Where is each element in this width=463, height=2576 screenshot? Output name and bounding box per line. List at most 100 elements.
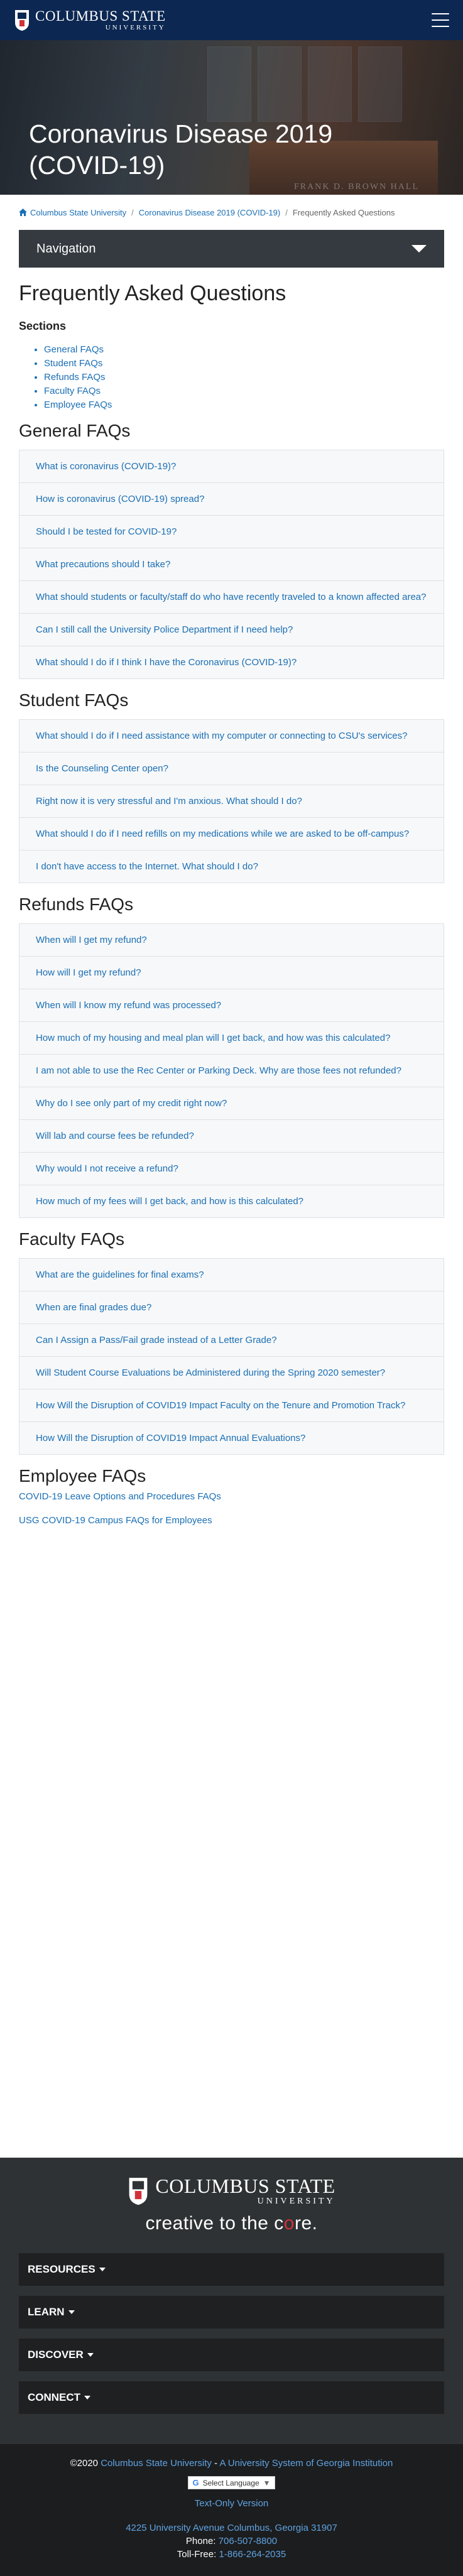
breadcrumb: Columbus State University / Coronavirus … <box>0 195 463 230</box>
breadcrumb-separator: / <box>131 207 134 217</box>
text-only-link[interactable]: Text-Only Version <box>0 2498 463 2509</box>
faq-item[interactable]: How Will the Disruption of COVID19 Impac… <box>19 1421 444 1454</box>
faq-item[interactable]: What should students or faculty/staff do… <box>19 580 444 613</box>
section-link-refunds[interactable]: Refunds FAQs <box>44 372 106 383</box>
sections-list: General FAQs Student FAQs Refunds FAQs F… <box>44 343 444 412</box>
usg-link[interactable]: A University System of Georgia Instituti… <box>219 2458 393 2469</box>
faq-item[interactable]: When are final grades due? <box>19 1291 444 1323</box>
navigation-toggle[interactable]: Navigation <box>19 230 444 268</box>
logo-wordmark: COLUMBUS STATE UNIVERSITY <box>35 9 166 31</box>
footer-menu-resources[interactable]: RESOURCES <box>19 2253 444 2286</box>
copyright: ©2020 Columbus State University - A Univ… <box>70 2458 393 2469</box>
footer-menu-learn[interactable]: LEARN <box>19 2296 444 2329</box>
faq-item[interactable]: When will I get my refund? <box>19 924 444 956</box>
university-logo[interactable]: COLUMBUS STATE UNIVERSITY <box>14 9 166 31</box>
faq-item[interactable]: What should I do if I think I have the C… <box>19 646 444 678</box>
general-faq-list: What is coronavirus (COVID-19)? How is c… <box>19 450 444 679</box>
footer-wordmark: COLUMBUS STATE UNIVERSITY <box>155 2176 335 2206</box>
section-link: General FAQs <box>44 343 444 357</box>
menu-hamburger-icon[interactable] <box>432 13 449 27</box>
caret-down-icon <box>87 2353 94 2357</box>
employee-link-leave[interactable]: COVID-19 Leave Options and Procedures FA… <box>19 1490 444 1504</box>
faq-item[interactable]: Why do I see only part of my credit righ… <box>19 1087 444 1119</box>
caret-down-icon <box>411 245 427 253</box>
general-faqs-heading: General FAQs <box>19 421 131 440</box>
sections-heading: Sections <box>19 320 67 332</box>
navigation-label: Navigation <box>36 241 96 256</box>
hero-banner: FRANK D. BROWN HALL Coronavirus Disease … <box>0 40 463 195</box>
faculty-faq-list: What are the guidelines for final exams?… <box>19 1258 444 1455</box>
faq-item[interactable]: How much of my housing and meal plan wil… <box>19 1021 444 1054</box>
caret-down-icon <box>68 2310 75 2314</box>
faq-item[interactable]: How is coronavirus (COVID-19) spread? <box>19 482 444 515</box>
faq-item[interactable]: How Will the Disruption of COVID19 Impac… <box>19 1389 444 1421</box>
shield-logo-icon <box>129 2178 148 2205</box>
faq-item[interactable]: What should I do if I need refills on my… <box>19 817 444 850</box>
home-icon <box>19 209 27 216</box>
phone: Phone: 706-507-8800 <box>185 2536 278 2546</box>
breadcrumb-covid[interactable]: Coronavirus Disease 2019 (COVID-19) <box>139 208 280 217</box>
faculty-faqs-heading: Faculty FAQs <box>19 1229 125 1249</box>
hero-title: Coronavirus Disease 2019 (COVID-19) <box>29 119 333 180</box>
footer-menu-connect[interactable]: CONNECT <box>19 2381 444 2414</box>
caret-down-icon <box>99 2268 106 2271</box>
footer-menus: RESOURCES LEARN DISCOVER CONNECT <box>19 2253 444 2414</box>
section-link-faculty[interactable]: Faculty FAQs <box>44 386 101 396</box>
logo-sub: UNIVERSITY <box>105 24 166 31</box>
faq-item[interactable]: What is coronavirus (COVID-19)? <box>19 450 444 482</box>
faq-item[interactable]: Right now it is very stressful and I'm a… <box>19 785 444 817</box>
faq-item[interactable]: Can I Assign a Pass/Fail grade instead o… <box>19 1323 444 1356</box>
address-link[interactable]: 4225 University Avenue Columbus, Georgia… <box>126 2523 337 2533</box>
dropdown-arrow-icon: ▼ <box>263 2478 271 2487</box>
footer-bottom: ©2020 Columbus State University - A Univ… <box>0 2444 463 2576</box>
faq-item[interactable]: What should I do if I need assistance wi… <box>19 720 444 752</box>
employee-faqs-heading: Employee FAQs <box>19 1466 146 1486</box>
section-link: Faculty FAQs <box>44 384 444 398</box>
refunds-faqs-heading: Refunds FAQs <box>19 894 134 914</box>
footer-tagline: creative to the core. <box>145 2213 318 2234</box>
breadcrumb-separator: / <box>285 207 288 217</box>
footer-logo-sub: UNIVERSITY <box>257 2197 335 2206</box>
page-title: Frequently Asked Questions <box>19 281 286 305</box>
section-link: Refunds FAQs <box>44 371 444 384</box>
logo-name: COLUMBUS STATE <box>35 8 166 24</box>
breadcrumb-current: Frequently Asked Questions <box>292 207 395 217</box>
refunds-faq-list: When will I get my refund? How will I ge… <box>19 923 444 1218</box>
site-header: COLUMBUS STATE UNIVERSITY <box>0 0 463 40</box>
student-faq-list: What should I do if I need assistance wi… <box>19 719 444 883</box>
faq-item[interactable]: How will I get my refund? <box>19 956 444 989</box>
caret-down-icon <box>84 2396 91 2399</box>
faq-item[interactable]: Is the Counseling Center open? <box>19 752 444 785</box>
shield-logo-icon <box>15 10 29 31</box>
google-icon: G <box>192 2478 199 2487</box>
faq-item[interactable]: Why would I not receive a refund? <box>19 1152 444 1185</box>
faq-item[interactable]: I don't have access to the Internet. Wha… <box>19 850 444 883</box>
student-faqs-heading: Student FAQs <box>19 690 129 710</box>
faq-item[interactable]: Will Student Course Evaluations be Admin… <box>19 1356 444 1389</box>
section-link: Employee FAQs <box>44 398 444 412</box>
main-content: Frequently Asked Questions Sections Gene… <box>0 281 463 1528</box>
section-link-student[interactable]: Student FAQs <box>44 358 102 369</box>
faq-item[interactable]: Will lab and course fees be refunded? <box>19 1119 444 1152</box>
footer-logo[interactable]: COLUMBUS STATE UNIVERSITY <box>0 2175 463 2207</box>
faq-item[interactable]: Can I still call the University Police D… <box>19 613 444 646</box>
tollfree-link[interactable]: 1-866-264-2035 <box>219 2549 286 2560</box>
csu-link[interactable]: Columbus State University <box>101 2458 212 2469</box>
language-select[interactable]: G Select Language ▼ <box>188 2476 275 2489</box>
faq-item[interactable]: How much of my fees will I get back, and… <box>19 1185 444 1217</box>
faq-item[interactable]: When will I know my refund was processed… <box>19 989 444 1021</box>
phone-link[interactable]: 706-507-8800 <box>219 2536 277 2546</box>
faq-item[interactable]: What precautions should I take? <box>19 548 444 580</box>
section-link-employee[interactable]: Employee FAQs <box>44 399 112 410</box>
faq-item[interactable]: What are the guidelines for final exams? <box>19 1259 444 1291</box>
tollfree: Toll-Free: 1-866-264-2035 <box>177 2549 286 2560</box>
section-link: Student FAQs <box>44 357 444 371</box>
faq-item[interactable]: I am not able to use the Rec Center or P… <box>19 1054 444 1087</box>
section-link-general[interactable]: General FAQs <box>44 344 104 355</box>
faq-item[interactable]: Should I be tested for COVID-19? <box>19 515 444 548</box>
address: 4225 University Avenue Columbus, Georgia… <box>0 2523 463 2533</box>
employee-link-usg[interactable]: USG COVID-19 Campus FAQs for Employees <box>19 1514 444 1528</box>
footer-menu-discover[interactable]: DISCOVER <box>19 2339 444 2371</box>
breadcrumb-home[interactable]: Columbus State University <box>30 208 126 217</box>
footer-logo-name: COLUMBUS STATE <box>155 2175 335 2197</box>
